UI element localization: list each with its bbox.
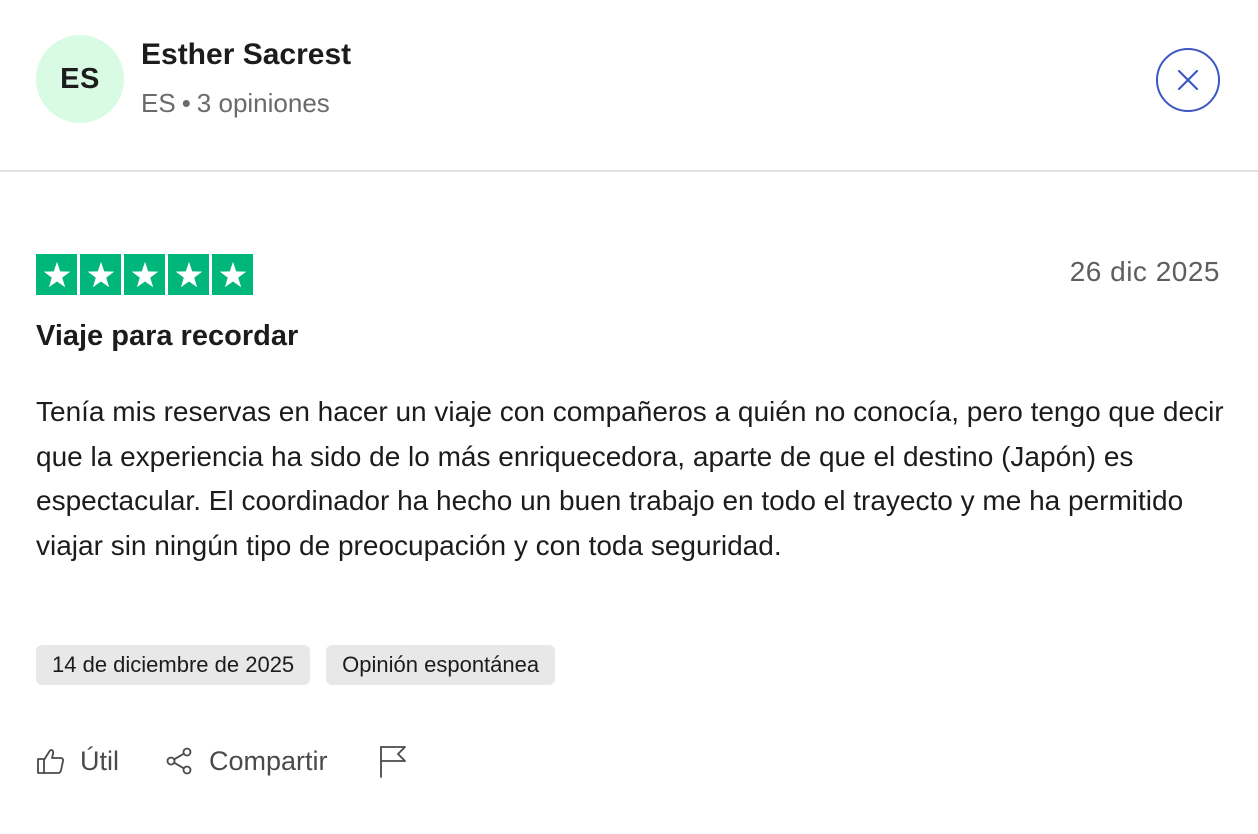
flag-icon bbox=[378, 744, 408, 778]
review-date: 26 dic 2025 bbox=[1069, 256, 1220, 287]
review-tags: 14 de diciembre de 2025 Opinión espontán… bbox=[36, 645, 556, 685]
review-type-chip[interactable]: Opinión espontánea bbox=[326, 645, 556, 685]
review-body: Tenía mis reservas en hacer un viaje con… bbox=[36, 396, 1224, 561]
experience-date-chip: 14 de diciembre de 2025 bbox=[36, 645, 311, 685]
reviewer-name[interactable]: Esther Sacrest bbox=[141, 38, 351, 72]
star-icon bbox=[36, 254, 77, 295]
star-icon bbox=[80, 254, 121, 295]
useful-button[interactable]: Útil bbox=[36, 746, 119, 777]
report-button[interactable] bbox=[378, 744, 422, 778]
star-icon bbox=[168, 254, 209, 295]
avatar: ES bbox=[36, 35, 124, 123]
reviewer-country: ES bbox=[141, 88, 176, 118]
reviewer-review-count: 3 opiniones bbox=[196, 88, 330, 118]
review-actions: Útil Compartir bbox=[36, 744, 422, 778]
share-button[interactable]: Compartir bbox=[165, 746, 328, 777]
share-icon bbox=[165, 746, 195, 776]
close-button[interactable] bbox=[1156, 48, 1220, 112]
share-label: Compartir bbox=[209, 745, 328, 776]
star-icon bbox=[124, 254, 165, 295]
useful-label: Útil bbox=[80, 745, 119, 776]
reviewer-meta: ES • 3 opiniones bbox=[141, 88, 330, 119]
meta-separator: • bbox=[181, 88, 191, 118]
star-rating bbox=[36, 254, 253, 295]
reviewer-header: ES Esther Sacrest ES • 3 opiniones bbox=[0, 0, 1258, 172]
star-icon bbox=[212, 254, 253, 295]
close-icon bbox=[1177, 69, 1199, 91]
review-title: Viaje para recordar bbox=[36, 320, 299, 352]
thumbs-up-icon bbox=[36, 746, 66, 776]
